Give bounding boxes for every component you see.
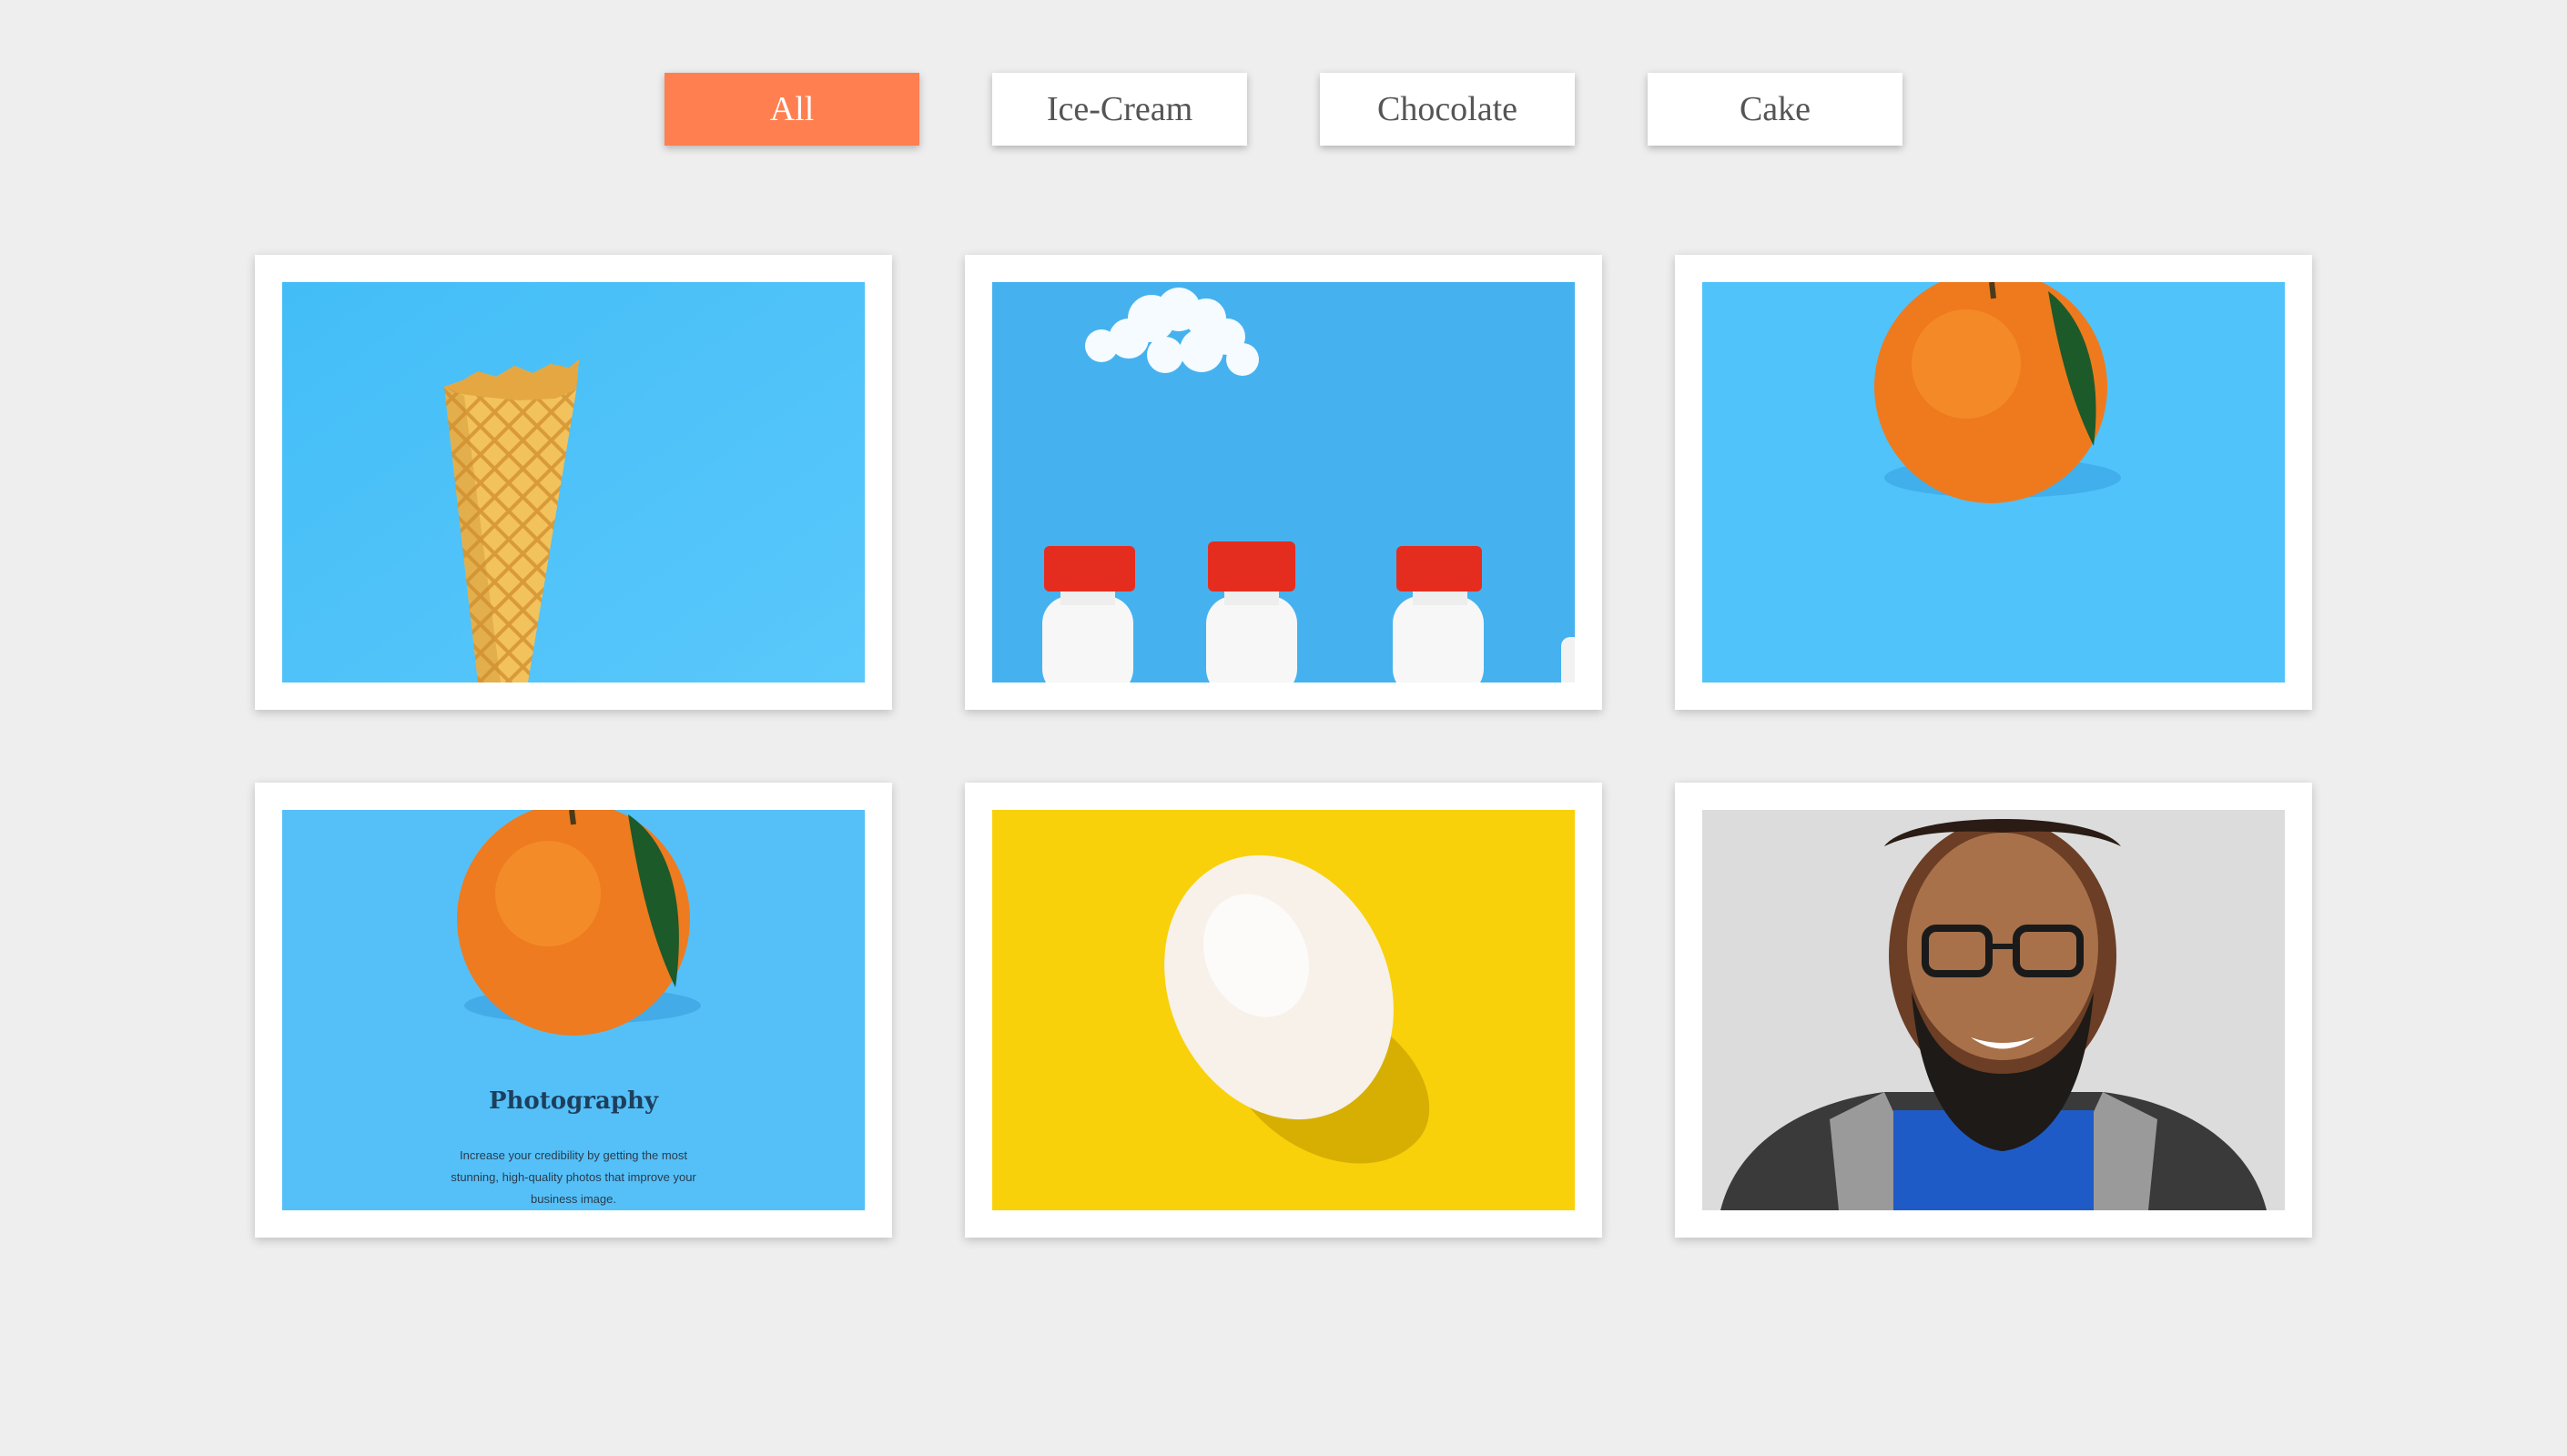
photography-promo-image: Photography Increase your credibility by… (282, 810, 865, 1210)
photo-gallery: Photography Increase your credibility by… (255, 255, 2312, 1238)
filter-cake-button[interactable]: Cake (1648, 73, 1902, 146)
photography-title: Photography (488, 1087, 659, 1115)
gallery-card-orange[interactable] (1675, 255, 2312, 710)
gallery-card-egg[interactable] (965, 783, 1602, 1238)
gallery-card-portrait[interactable] (1675, 783, 2312, 1238)
filter-bar: All Ice-Cream Chocolate Cake (665, 73, 1902, 146)
filter-chocolate-button[interactable]: Chocolate (1320, 73, 1575, 146)
egg-image (992, 810, 1575, 1210)
photography-description: Increase your credibility by getting the… (451, 1148, 696, 1206)
smiling-man-image (1702, 810, 2285, 1210)
filter-all-button[interactable]: All (665, 73, 919, 146)
milk-bottles-image (992, 282, 1575, 682)
gallery-card-photography[interactable]: Photography Increase your credibility by… (255, 783, 892, 1238)
gallery-card-milk-bottles[interactable] (965, 255, 1602, 710)
filter-ice-cream-button[interactable]: Ice-Cream (992, 73, 1247, 146)
gallery-card-waffle-cone[interactable] (255, 255, 892, 710)
waffle-cone-image (282, 282, 865, 682)
orange-image (1702, 282, 2285, 682)
